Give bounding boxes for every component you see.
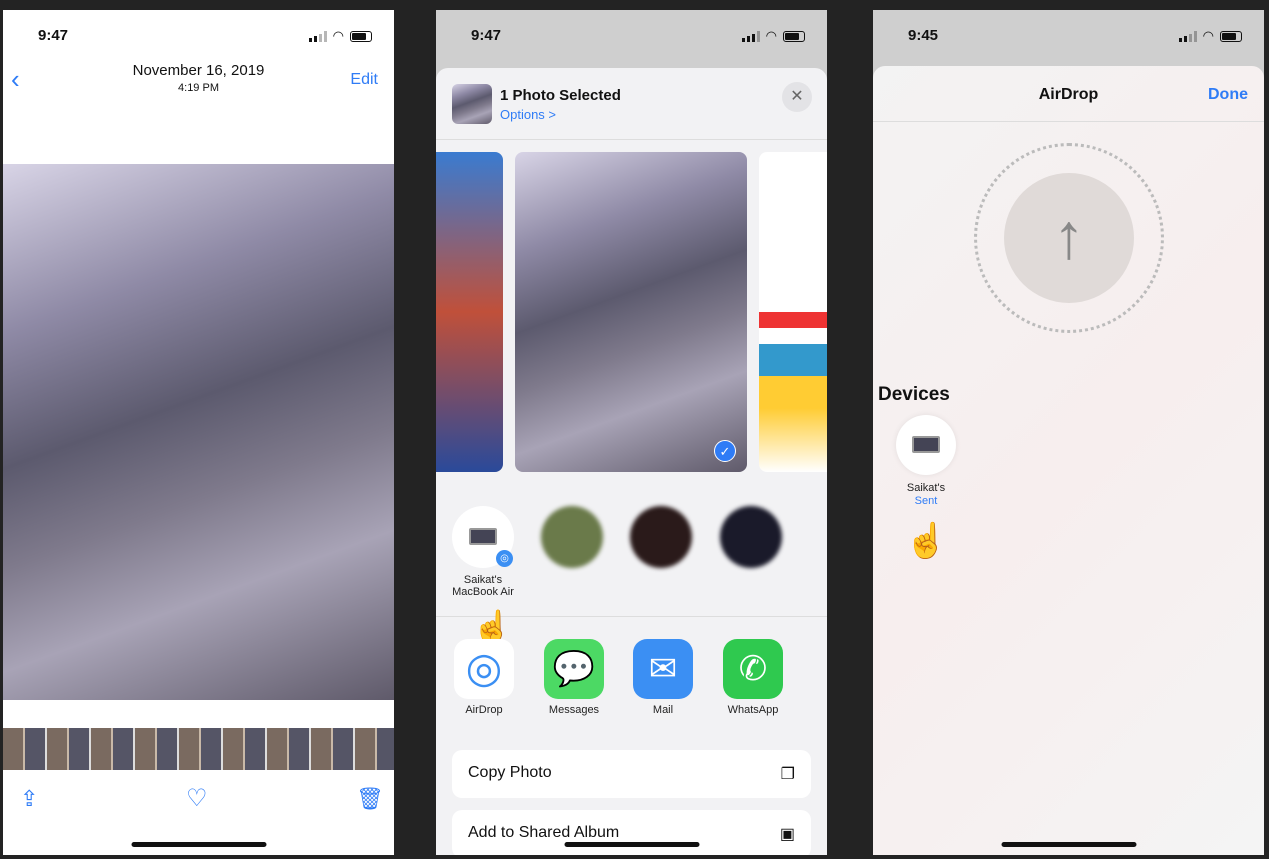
home-indicator xyxy=(564,842,699,847)
status-time: 9:47 xyxy=(38,27,69,44)
thumbnail-strip[interactable] xyxy=(3,728,394,770)
status-icons: ◠ xyxy=(308,28,372,44)
home-indicator xyxy=(131,842,266,847)
laptop-icon xyxy=(469,528,497,545)
devices-heading: Devices xyxy=(878,384,950,405)
status-icons: ◠ xyxy=(1178,28,1242,44)
checkmark-icon: ✓ xyxy=(714,440,736,462)
copy-photo-action[interactable]: Copy Photo ❐ xyxy=(452,750,811,798)
done-button[interactable]: Done xyxy=(1208,86,1248,104)
sheet-title: 1 Photo Selected xyxy=(500,87,621,104)
app-label: Mail xyxy=(652,704,674,716)
sheet-title: AirDrop xyxy=(1038,86,1099,103)
divider xyxy=(873,121,1264,122)
close-icon[interactable]: ✕ xyxy=(782,82,812,112)
shared-album-icon: ▣ xyxy=(779,826,795,843)
copy-icon: ❐ xyxy=(780,766,795,783)
app-label: Messages xyxy=(548,704,600,716)
airdrop-badge-icon: ◎ xyxy=(496,550,513,567)
trash-icon[interactable]: 🗑 xyxy=(356,786,384,812)
status-time: 9:47 xyxy=(471,27,502,44)
hand-cursor-icon: ☝ xyxy=(905,522,948,560)
contact-avatar-blurred[interactable] xyxy=(630,506,692,568)
carousel-photo[interactable] xyxy=(759,152,827,472)
status-time: 9:45 xyxy=(908,27,939,44)
app-label: WhatsApp xyxy=(727,704,779,716)
photo-date: November 16, 2019 xyxy=(132,62,265,79)
up-arrow-icon: ↑ xyxy=(1004,173,1134,303)
carousel-photo[interactable] xyxy=(436,152,503,472)
photos-panel: 9:47 ◠ ‹ November 16, 2019 4:19 PM Edit … xyxy=(3,10,394,855)
share-sheet-panel: 9:47 ◠ 1 Photo Selected Options > ✕ ✓ ◎ … xyxy=(436,10,827,855)
device-name: Saikat's xyxy=(906,482,946,494)
photo xyxy=(3,164,394,700)
home-indicator xyxy=(1001,842,1136,847)
whatsapp-app-icon[interactable]: ✆ xyxy=(723,639,783,699)
action-label: Add to Shared Album xyxy=(468,824,620,841)
contact-avatar-blurred[interactable] xyxy=(541,506,603,568)
selected-thumbnail xyxy=(452,84,492,124)
app-label: AirDrop xyxy=(465,704,503,716)
contact-avatar-blurred[interactable] xyxy=(720,506,782,568)
device-status: Sent xyxy=(914,495,938,507)
airdrop-sheet: AirDrop Done ↑ Devices Saikat's Sent ☝ xyxy=(873,66,1264,855)
edit-button[interactable]: Edit xyxy=(350,71,378,89)
macbook-airdrop-target[interactable]: ◎ xyxy=(452,506,514,568)
mail-app-icon[interactable]: ✉ xyxy=(633,639,693,699)
action-label: Copy Photo xyxy=(468,764,552,781)
device-macbook[interactable] xyxy=(896,415,956,475)
heart-icon[interactable]: ♡ xyxy=(186,784,208,813)
divider xyxy=(436,139,827,140)
share-sheet: 1 Photo Selected Options > ✕ ✓ ◎ Saikat'… xyxy=(436,68,827,855)
messages-app-icon[interactable]: 💬 xyxy=(544,639,604,699)
laptop-icon xyxy=(912,436,940,453)
share-icon[interactable]: ⇪ xyxy=(20,786,38,812)
airdrop-panel: 9:45 ◠ AirDrop Done ↑ Devices Saikat's S… xyxy=(873,10,1264,855)
status-icons: ◠ xyxy=(741,28,805,44)
options-link[interactable]: Options > xyxy=(500,107,556,122)
airdrop-app-icon[interactable]: ◎ xyxy=(454,639,514,699)
person-label: Saikat's MacBook Air xyxy=(452,574,514,598)
photo-time: 4:19 PM xyxy=(178,82,219,94)
add-to-shared-album-action[interactable]: Add to Shared Album ▣ xyxy=(452,810,811,855)
carousel-photo-selected[interactable] xyxy=(515,152,747,472)
